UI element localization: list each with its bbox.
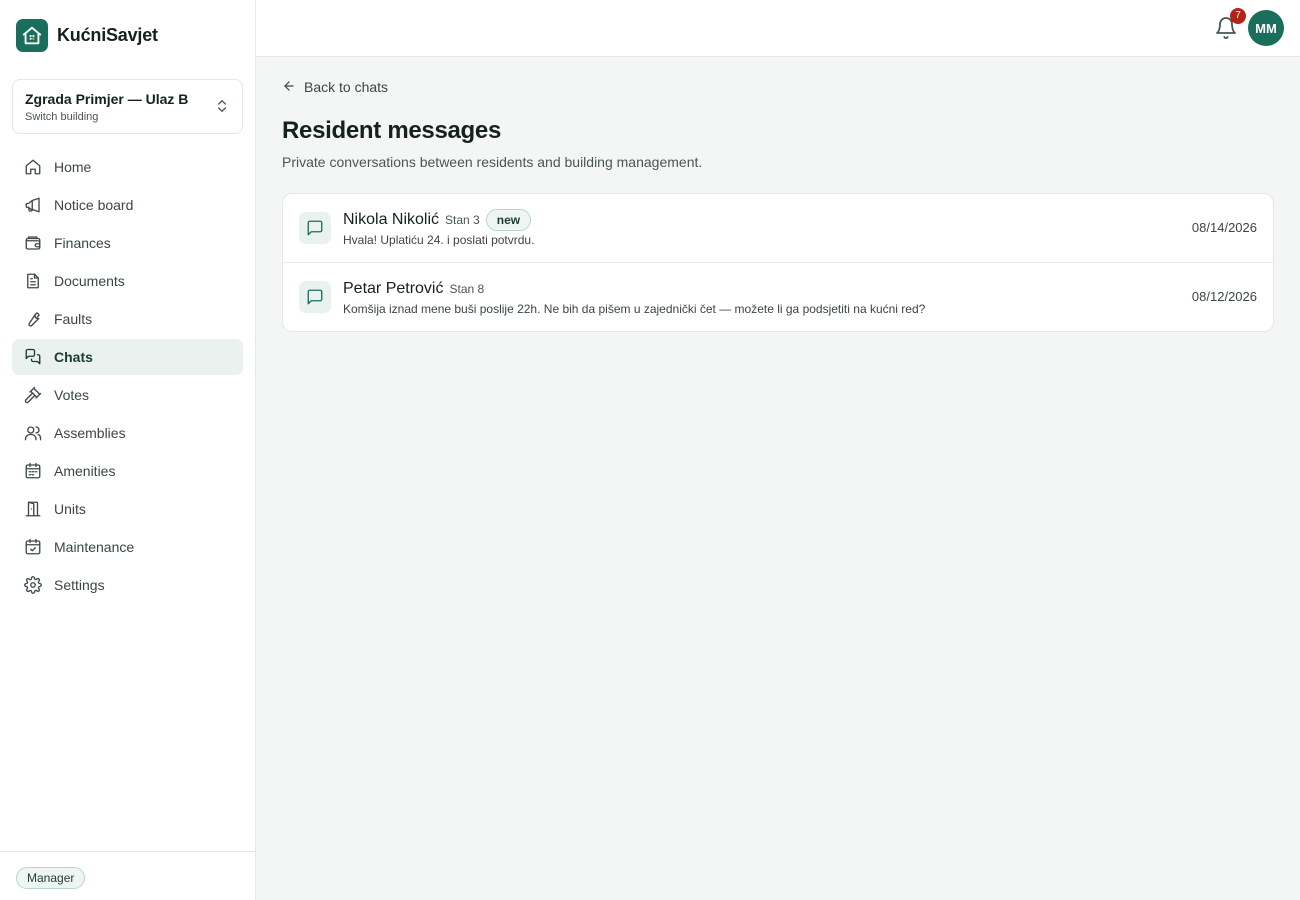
- sidebar-nav: Home Notice board Finances Documents Fau…: [12, 149, 243, 605]
- resident-name: Petar Petrović: [343, 280, 444, 297]
- sidebar-item-chats[interactable]: Chats: [12, 339, 243, 375]
- sidebar-item-label: Assemblies: [54, 425, 126, 441]
- sidebar-item-label: Maintenance: [54, 539, 135, 555]
- conversation-row[interactable]: Nikola Nikolić Stan 3 new Hvala! Uplatić…: [283, 194, 1273, 263]
- message-date: 08/12/2026: [1191, 289, 1257, 304]
- page-subtitle: Private conversations between residents …: [282, 154, 703, 170]
- gavel-icon: [24, 386, 42, 404]
- resident-name: Nikola Nikolić: [343, 211, 440, 228]
- sidebar-item-label: Settings: [54, 577, 105, 593]
- sidebar-item-label: Chats: [54, 349, 93, 365]
- arrow-left-icon: [282, 79, 296, 96]
- home-icon: [24, 158, 42, 176]
- sidebar-item-documents[interactable]: Documents: [12, 263, 243, 299]
- conversation-list: Nikola Nikolić Stan 3 new Hvala! Uplatić…: [282, 193, 1274, 332]
- sidebar-item-label: Notice board: [54, 197, 134, 213]
- sidebar-item-amenities[interactable]: Amenities: [12, 453, 243, 489]
- chat-icon: [24, 348, 42, 366]
- resident-unit: Stan 8: [449, 282, 485, 296]
- sidebar-item-label: Home: [54, 159, 92, 175]
- sidebar-item-faults[interactable]: Faults: [12, 301, 243, 337]
- conversation-row[interactable]: Petar Petrović Stan 8 Komšija iznad mene…: [283, 263, 1273, 331]
- building-name: Zgrada Primjer — Ulaz B: [25, 91, 189, 107]
- calendar-icon: [24, 462, 42, 480]
- chevron-up-down-icon: [214, 98, 230, 119]
- brand-name: KućniSavjet: [57, 25, 158, 45]
- sidebar-item-notice-board[interactable]: Notice board: [12, 187, 243, 223]
- sidebar: KućniSavjet Zgrada Primjer — Ulaz B Swit…: [0, 0, 256, 900]
- sidebar-item-votes[interactable]: Votes: [12, 377, 243, 413]
- message-icon: [299, 281, 331, 313]
- sidebar-item-units[interactable]: Units: [12, 491, 243, 527]
- sidebar-item-finances[interactable]: Finances: [12, 225, 243, 261]
- message-date: 08/14/2026: [1191, 220, 1257, 235]
- back-to-chats-link[interactable]: Back to chats: [282, 77, 388, 97]
- sidebar-item-assemblies[interactable]: Assemblies: [12, 415, 243, 451]
- document-icon: [24, 272, 42, 290]
- new-badge: new: [485, 209, 532, 231]
- sidebar-item-label: Faults: [54, 311, 93, 327]
- role-badge: Manager: [16, 867, 86, 889]
- gear-icon: [24, 576, 42, 594]
- door-icon: [24, 500, 42, 518]
- house-logo-icon: [16, 19, 48, 52]
- page-title: Resident messages: [282, 117, 502, 144]
- calendar-check-icon: [24, 538, 42, 556]
- message-icon: [299, 212, 331, 244]
- back-to-chats-label: Back to chats: [304, 79, 389, 95]
- message-preview: Hvala! Uplatiću 24. i poslati potvrdu.: [343, 233, 535, 247]
- switch-building-label: Switch building: [25, 111, 99, 123]
- sidebar-item-label: Votes: [54, 387, 90, 403]
- user-avatar[interactable]: MM: [1248, 10, 1284, 46]
- message-preview: Komšija iznad mene buši poslije 22h. Ne …: [343, 302, 926, 316]
- sidebar-item-label: Amenities: [54, 463, 116, 479]
- notification-count-badge: 7: [1230, 8, 1246, 24]
- building-switcher[interactable]: Zgrada Primjer — Ulaz B Switch building: [12, 79, 243, 134]
- users-icon: [24, 424, 42, 442]
- main-content: Back to chats Resident messages Private …: [256, 57, 1300, 900]
- wallet-icon: [24, 234, 42, 252]
- wrench-icon: [24, 310, 42, 328]
- sidebar-item-label: Documents: [54, 273, 125, 289]
- sidebar-item-maintenance[interactable]: Maintenance: [12, 529, 243, 565]
- sidebar-item-label: Finances: [54, 235, 111, 251]
- sidebar-item-home[interactable]: Home: [12, 149, 243, 185]
- top-bar: 7 MM: [256, 0, 1300, 57]
- sidebar-item-settings[interactable]: Settings: [12, 567, 243, 603]
- megaphone-icon: [24, 196, 42, 214]
- sidebar-item-label: Units: [54, 501, 86, 517]
- resident-unit: Stan 3: [445, 213, 480, 227]
- sidebar-footer: Manager: [0, 851, 255, 900]
- brand[interactable]: KućniSavjet: [16, 19, 158, 52]
